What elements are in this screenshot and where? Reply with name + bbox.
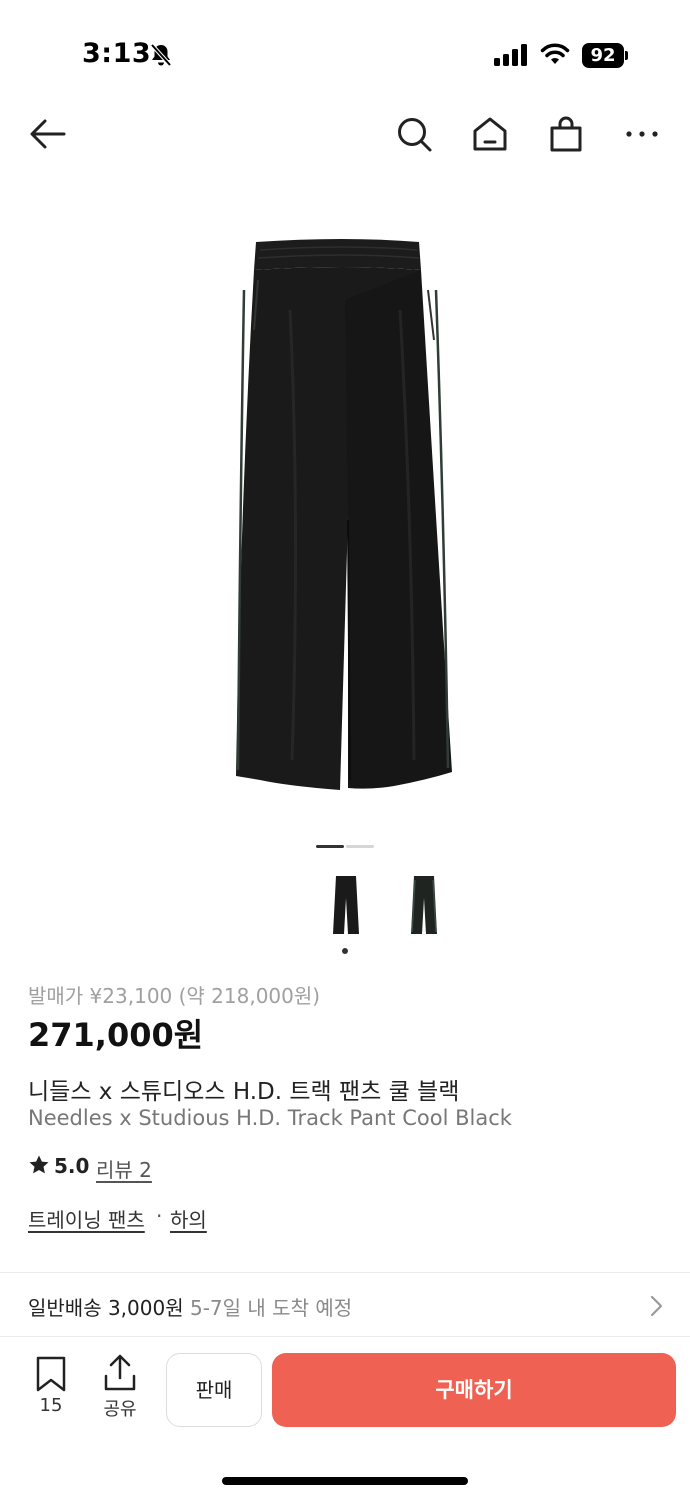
star-icon <box>28 1154 50 1176</box>
shipping-label: 일반배송 3,000원 <box>28 1296 184 1320</box>
buy-button[interactable]: 구매하기 <box>272 1353 676 1427</box>
image-pager-active <box>316 845 344 848</box>
rating-score: 5.0 <box>54 1154 90 1178</box>
more-icon[interactable] <box>620 112 664 156</box>
bell-slash-icon <box>148 42 174 68</box>
release-price: 발매가 ¥23,100 (약 218,000원) <box>28 984 321 1008</box>
category-link-bottoms[interactable]: 하의 <box>170 1204 207 1233</box>
home-indicator[interactable] <box>222 1477 468 1485</box>
thumbnail-2[interactable] <box>406 872 442 938</box>
share-label[interactable]: 공유 <box>94 1395 146 1421</box>
back-arrow-icon[interactable] <box>26 112 70 156</box>
home-icon[interactable] <box>468 112 512 156</box>
product-name-korean: 니들스 x 스튜디오스 H.D. 트랙 팬츠 쿨 블랙 <box>28 1079 460 1105</box>
wifi-icon <box>540 40 570 66</box>
category-link-training-pants[interactable]: 트레이닝 팬츠 <box>28 1204 145 1233</box>
signal-icon <box>494 44 528 66</box>
search-icon[interactable] <box>392 112 436 156</box>
shipping-eta: 5-7일 내 도착 예정 <box>189 1296 353 1320</box>
product-image[interactable] <box>200 220 490 810</box>
product-price: 271,000원 <box>28 1016 204 1054</box>
chevron-right-icon[interactable] <box>646 1294 666 1318</box>
battery-icon: 92 <box>582 43 624 68</box>
image-pager-inactive <box>346 845 374 848</box>
bookmark-icon[interactable] <box>34 1356 68 1392</box>
section-divider <box>0 1272 690 1273</box>
share-icon[interactable] <box>102 1354 138 1392</box>
thumbnail-1[interactable] <box>328 872 364 938</box>
status-time: 3:13 <box>82 38 152 69</box>
sell-button[interactable]: 판매 <box>166 1353 262 1427</box>
thumbnail-selected-indicator <box>342 948 348 954</box>
product-name-english: Needles x Studious H.D. Track Pant Cool … <box>28 1106 512 1130</box>
shopping-bag-icon[interactable] <box>544 112 588 156</box>
battery-nub <box>625 51 628 60</box>
shipping-row[interactable]: 일반배송 3,000원 5-7일 내 도착 예정 <box>28 1292 352 1321</box>
reviews-link[interactable]: 리뷰 2 <box>96 1154 152 1183</box>
bookmark-count: 15 <box>39 1395 63 1416</box>
category-separator: · <box>156 1204 163 1228</box>
